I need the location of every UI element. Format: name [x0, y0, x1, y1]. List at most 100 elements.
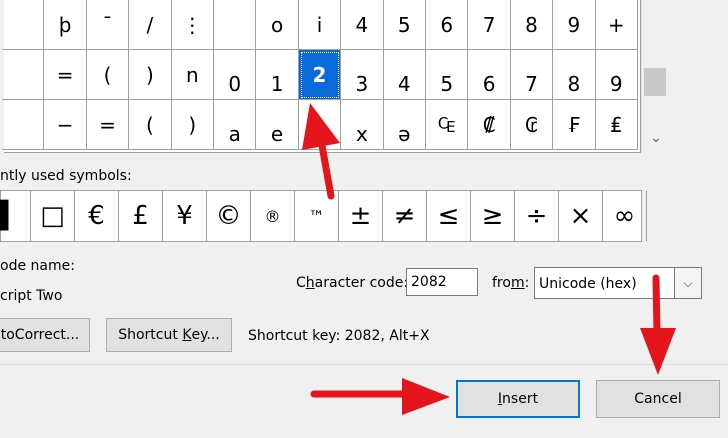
symbol-glyph: 2 [312, 62, 327, 87]
symbol-glyph: e [270, 121, 284, 146]
symbol-cell[interactable]: o [298, 100, 342, 150]
symbol-cell[interactable]: ( [129, 100, 172, 150]
symbol-cell[interactable]: x [341, 100, 384, 150]
symbol-cell[interactable]: 4 [383, 50, 426, 100]
symbol-glyph: ₤ [609, 112, 623, 137]
symbol-cell[interactable]: 5 [426, 50, 469, 100]
recent-symbol[interactable]: ≥ [471, 191, 515, 241]
grid-scrollbar[interactable]: ⌄ [641, 0, 669, 152]
recent-symbol[interactable]: £ [119, 191, 163, 241]
symbol-cell[interactable]: n [171, 50, 214, 100]
symbol-glyph: 9 [609, 71, 623, 96]
scrollbar-thumb[interactable] [644, 68, 666, 96]
symbol-cell[interactable]: = [44, 50, 87, 100]
symbol-cell[interactable]: ₢ [510, 100, 554, 150]
recent-symbol[interactable]: ▌ [0, 191, 31, 241]
symbol-cell[interactable]: 6 [468, 50, 511, 100]
symbol-cell[interactable]: ) [171, 100, 214, 150]
symbol-glyph: ( [103, 62, 112, 87]
symbol-cell[interactable]: a [214, 100, 257, 150]
symbol-cell[interactable]: 8 [553, 50, 596, 100]
recent-symbol[interactable]: € [75, 191, 119, 241]
symbol-glyph: 5 [440, 71, 454, 96]
symbol-cell[interactable]: 6 [426, 0, 469, 50]
symbol-glyph: 1 [270, 71, 284, 96]
symbol-cell[interactable]: ₡ [468, 100, 511, 150]
symbol-glyph: ₠ [437, 112, 456, 137]
symbol-cell[interactable]: 1 [256, 50, 299, 100]
cancel-button[interactable]: Cancel [596, 380, 720, 418]
symbol-cell[interactable]: 7 [510, 50, 554, 100]
character-code-input[interactable] [406, 268, 478, 296]
symbol-cell[interactable]: = [86, 100, 130, 150]
symbol-glyph: a [228, 121, 241, 146]
autocorrect-button[interactable]: toCorrect... [0, 318, 90, 352]
recently-used-label: ntly used symbols: [0, 168, 132, 184]
symbol-cell[interactable]: − [44, 100, 87, 150]
symbol-glyph: − [56, 112, 74, 137]
recent-symbol[interactable]: □ [31, 191, 75, 241]
symbol-glyph: 8 [525, 12, 538, 37]
chevron-down-icon[interactable]: ⌵ [674, 268, 701, 298]
symbol-cell[interactable] [2, 0, 45, 50]
symbol-cell[interactable]: ₠ [426, 100, 469, 150]
symbol-glyph: n [185, 62, 199, 87]
unicode-name-value: cript Two [0, 288, 63, 304]
symbol-glyph: ) [188, 112, 197, 137]
symbol-cell[interactable]: ( [86, 50, 130, 100]
symbol-glyph: o [270, 12, 284, 37]
symbol-cell[interactable]: 3 [341, 50, 384, 100]
symbol-glyph: þ [58, 12, 72, 37]
symbol-cell[interactable]: 9 [595, 50, 638, 100]
shortcut-key-button[interactable]: Shortcut Key... [106, 318, 232, 352]
symbol-cell[interactable] [2, 100, 45, 150]
from-select[interactable]: Unicode (hex) ⌵ [534, 267, 702, 299]
symbol-cell[interactable]: e [256, 100, 299, 150]
symbol-cell[interactable]: 9 [553, 0, 596, 50]
symbol-cell[interactable]: i [298, 0, 342, 50]
recent-symbol[interactable]: ™ [295, 191, 339, 241]
symbol-grid[interactable]: þ ¯ / ⋮ o i 4 5 6 7 8 9 + =() n 0 1 2 3 4 5 6 7 8 9− =() a e o x ə ₠ ₡ ₢ ₣… [2, 0, 641, 153]
arrow-to-insert-button [310, 378, 450, 415]
symbol-glyph: 9 [567, 12, 581, 37]
recent-symbol[interactable]: ≤ [427, 191, 471, 241]
character-code-label: Character code: [296, 275, 409, 291]
recent-symbol[interactable]: ¥ [163, 191, 207, 241]
symbol-cell[interactable]: + [595, 0, 638, 50]
symbol-glyph: 7 [482, 12, 496, 37]
recent-symbol[interactable]: × [559, 191, 603, 241]
chevron-down-icon[interactable]: ⌄ [646, 128, 666, 148]
symbol-cell[interactable]: o [256, 0, 299, 50]
symbol-cell[interactable]: ₤ [595, 100, 638, 150]
symbol-cell[interactable]: 8 [510, 0, 554, 50]
symbol-cell[interactable]: 0 [214, 50, 257, 100]
recent-symbol[interactable]: ® [251, 191, 295, 241]
symbol-cell[interactable]: 7 [468, 0, 511, 50]
symbol-cell[interactable]: þ [44, 0, 87, 50]
symbol-cell[interactable]: ) [129, 50, 172, 100]
recent-symbol[interactable]: ± [339, 191, 383, 241]
symbol-cell[interactable]: 4 [341, 0, 384, 50]
symbol-cell[interactable]: 5 [383, 0, 426, 50]
unicode-name-label: ode name: [0, 258, 75, 274]
symbol-cell[interactable]: ə [383, 100, 426, 150]
symbol-cell[interactable] [214, 0, 257, 50]
recent-symbol[interactable]: © [207, 191, 251, 241]
symbol-cell[interactable]: / [129, 0, 172, 50]
symbol-cell[interactable]: ⋮ [171, 0, 214, 50]
recent-symbol[interactable]: ≠ [383, 191, 427, 241]
symbol-cell[interactable]: ₣ [553, 100, 596, 150]
divider [0, 364, 728, 365]
symbol-cell[interactable] [2, 50, 45, 100]
symbol-dialog: þ ¯ / ⋮ o i 4 5 6 7 8 9 + =() n 0 1 2 3 4 5 6 7 8 9− =() a e o x ə ₠ ₡ ₢ ₣… [0, 0, 728, 438]
symbol-glyph: ₢ [525, 112, 538, 137]
shortcut-key-text: Shortcut key: 2082, Alt+X [248, 328, 430, 344]
symbol-cell[interactable]: 2 [298, 50, 342, 100]
recent-symbol[interactable]: ∞ [603, 191, 647, 241]
symbol-glyph: o [313, 121, 326, 146]
insert-button[interactable]: Insert [456, 380, 580, 418]
symbol-cell[interactable]: ¯ [86, 0, 130, 50]
symbol-glyph: i [316, 12, 323, 37]
recently-used-symbols[interactable]: ▌ □ € £ ¥ © ® ™ ± ≠ ≤ ≥ ÷ × ∞ [0, 190, 647, 242]
recent-symbol[interactable]: ÷ [515, 191, 559, 241]
